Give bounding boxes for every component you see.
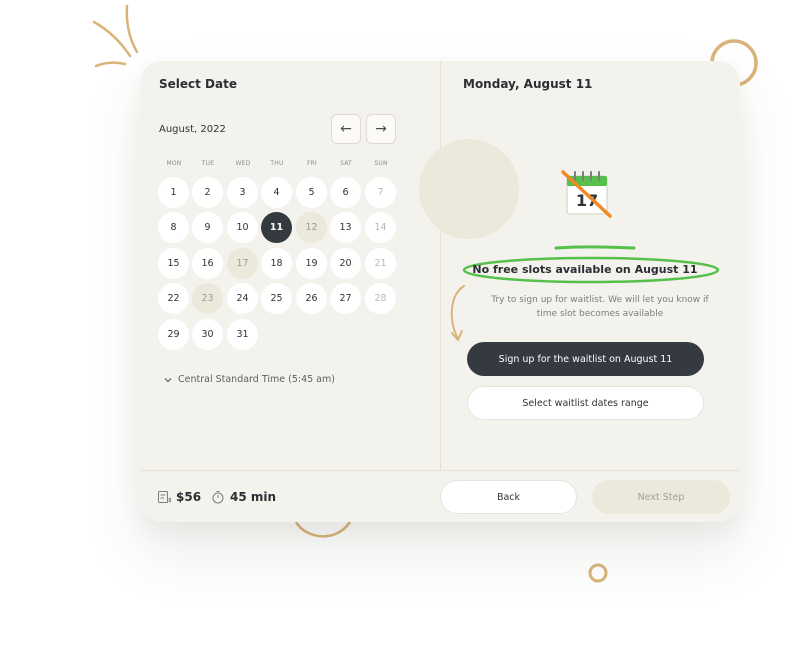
calendar-day-unavailable[interactable]: 17 [227, 248, 258, 279]
calendar-day[interactable]: 9 [192, 212, 223, 243]
chevron-down-icon [164, 377, 172, 382]
month-label: August, 2022 [159, 124, 226, 135]
back-button[interactable]: Back [440, 480, 577, 514]
calendar-day[interactable]: 27 [330, 283, 361, 314]
calendar-day[interactable]: 19 [296, 248, 327, 279]
weekday-label: THU [270, 160, 284, 167]
calendar-day[interactable]: 24 [227, 283, 258, 314]
calendar-day[interactable]: 18 [261, 248, 292, 279]
calendar-day[interactable]: 31 [227, 319, 258, 350]
calendar-day[interactable]: 20 [330, 248, 361, 279]
svg-text:$: $ [168, 497, 171, 504]
duration-value: 45 min [230, 490, 277, 504]
receipt-icon: $ [158, 491, 171, 504]
arrow-right-icon: → [375, 121, 387, 137]
calendar-day[interactable]: 5 [296, 177, 327, 208]
weekday-label: TUE [201, 160, 215, 167]
top-left-rays-decoration [92, 4, 139, 68]
calendar-day-selected[interactable]: 11 [261, 212, 292, 243]
calendar-day[interactable]: 13 [330, 212, 361, 243]
date-heading: Monday, August 11 [463, 77, 593, 91]
waitlist-signup-button[interactable]: Sign up for the waitlist on August 11 [467, 342, 704, 376]
calendar-day[interactable]: 29 [158, 319, 189, 350]
calendar-day[interactable]: 1 [158, 177, 189, 208]
panel-divider [440, 61, 441, 470]
calendar-day[interactable]: 25 [261, 283, 292, 314]
calendar-day[interactable]: 22 [158, 283, 189, 314]
illustration-circle [419, 139, 519, 239]
price-value: $56 [176, 490, 202, 504]
timezone-label: Central Standard Time (5:45 am) [178, 374, 335, 385]
calendar-day[interactable]: 10 [227, 212, 258, 243]
bottom-small-ring-decoration [588, 563, 608, 583]
weekday-label: SAT [340, 160, 352, 167]
curved-arrow-decoration [450, 285, 465, 341]
bottom-arc-decoration [294, 521, 352, 538]
calendar-day[interactable]: 4 [261, 177, 292, 208]
next-step-button[interactable]: Next Step [592, 480, 730, 514]
next-month-button[interactable]: → [366, 114, 396, 144]
footer-divider [140, 470, 740, 471]
calendar-day-disabled: 14 [365, 212, 396, 243]
calendar-day[interactable]: 8 [158, 212, 189, 243]
booking-card: Select Date August, 2022 ← → MON TUE WED… [140, 61, 740, 522]
calendar-day[interactable]: 6 [330, 177, 361, 208]
calendar-day[interactable]: 15 [158, 248, 189, 279]
weekday-label: FRI [307, 160, 317, 167]
calendar-crossed-icon: 17 [561, 170, 612, 218]
calendar-day-disabled: 7 [365, 177, 396, 208]
calendar-day[interactable]: 2 [192, 177, 223, 208]
calendar-day-disabled: 28 [365, 283, 396, 314]
duration-info: 45 min [211, 490, 276, 504]
calendar-panel: Select Date August, 2022 ← → MON TUE WED… [140, 61, 440, 470]
select-range-button[interactable]: Select waitlist dates range [467, 386, 704, 420]
calendar-day[interactable]: 16 [192, 248, 223, 279]
prev-month-button[interactable]: ← [331, 114, 361, 144]
calendar-day[interactable]: 30 [192, 319, 223, 350]
weekday-label: SUN [374, 160, 388, 167]
price-info: $ $56 [157, 490, 201, 504]
weekday-label: MON [166, 160, 182, 167]
calendar-day-disabled: 21 [365, 248, 396, 279]
calendar-day[interactable]: 26 [296, 283, 327, 314]
calendar-day-unavailable[interactable]: 23 [192, 283, 223, 314]
arrow-left-icon: ← [340, 121, 352, 137]
select-date-title: Select Date [159, 77, 237, 91]
timezone-selector[interactable]: Central Standard Time (5:45 am) [164, 374, 335, 385]
no-slots-message: No free slots available on August 11 [472, 263, 698, 276]
weekday-label: WED [235, 160, 251, 167]
stopwatch-icon [212, 491, 224, 504]
calendar-day-unavailable[interactable]: 12 [296, 212, 327, 243]
calendar-day[interactable]: 3 [227, 177, 258, 208]
waitlist-hint: Try to sign up for waitlist. We will let… [491, 295, 709, 319]
